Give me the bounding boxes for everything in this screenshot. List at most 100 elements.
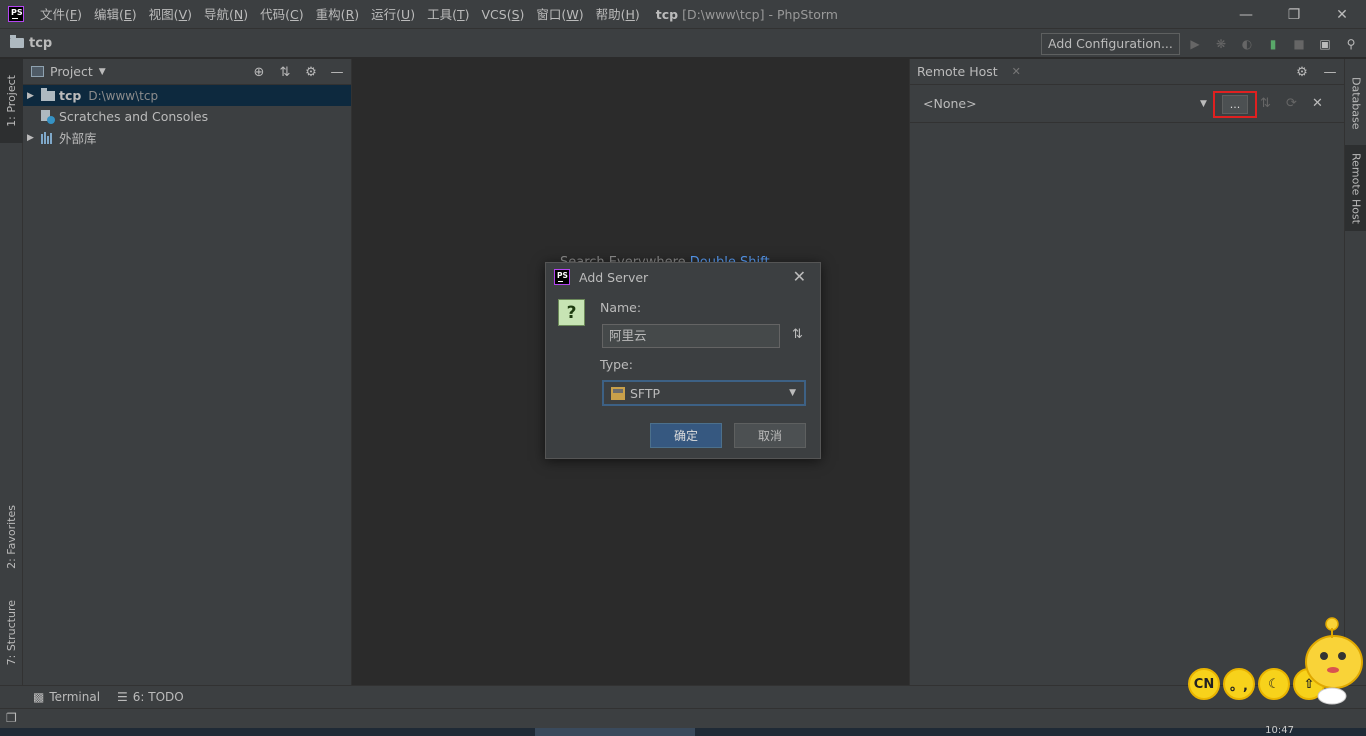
menu-item-7[interactable]: 工具(T)	[421, 0, 475, 29]
refresh-icon[interactable]: ⟳	[1286, 96, 1297, 111]
run-toolbar: ▶ ❋ ◐ ▮ ■ ▣ ⚲	[1184, 33, 1362, 55]
menu-item-mnemonic: E	[123, 6, 132, 22]
menu-item-label: 帮助(	[595, 6, 626, 22]
restore-button[interactable]: ❐	[1270, 0, 1318, 29]
close-window-button[interactable]: ✕	[1318, 0, 1366, 29]
moon-icon[interactable]: ☾	[1258, 668, 1290, 700]
navigation-bar: tcp Add Configuration... ▶ ❋ ◐ ▮ ■ ▣ ⚲	[0, 29, 1366, 58]
close-tab-icon[interactable]: ✕	[1012, 65, 1021, 78]
tab-structure-label: 7: Structure	[5, 600, 18, 666]
chevron-down-icon[interactable]: ▼	[789, 388, 796, 398]
terminal-label: Terminal	[49, 690, 101, 704]
remote-host-header: Remote Host ✕ ⚙ —	[910, 59, 1344, 85]
profiler-icon[interactable]: ▮	[1262, 33, 1284, 55]
stop-icon[interactable]: ■	[1288, 33, 1310, 55]
gear-icon[interactable]: ⚙	[303, 65, 319, 80]
locate-icon[interactable]: ⊕	[251, 65, 267, 80]
minimize-button[interactable]: —	[1222, 0, 1270, 29]
chevron-down-icon[interactable]: ▼	[1200, 99, 1207, 109]
hide-icon[interactable]: —	[329, 65, 345, 80]
project-panel: Project ▼ ⊕ ⇅ ⚙ — ▶ tcp D:\www\tcp Scrat…	[23, 59, 352, 685]
menu-item-6[interactable]: 运行(U)	[365, 0, 421, 29]
search-icon[interactable]: ⚲	[1340, 33, 1362, 55]
remote-host-panel: Remote Host ✕ ⚙ — <None> ▼ ... ⇅ ⟳ ✕	[909, 59, 1344, 685]
menu-item-4[interactable]: 代码(C)	[254, 0, 310, 29]
menu-item-9[interactable]: 窗口(W)	[530, 0, 589, 29]
menu-item-5[interactable]: 重构(R)	[310, 0, 365, 29]
hide-icon[interactable]: —	[1322, 65, 1338, 80]
menu-item-tail: )	[464, 6, 470, 22]
tree-libraries-name: 外部库	[59, 131, 97, 146]
close-icon[interactable]: ✕	[793, 267, 806, 286]
type-selected-value: SFTP	[630, 385, 661, 401]
browse-servers-button[interactable]: ...	[1222, 95, 1248, 114]
folder-icon	[10, 35, 24, 48]
menu-item-2[interactable]: 视图(V)	[143, 0, 198, 29]
tree-row-external-libraries[interactable]: ▶ 外部库	[23, 127, 351, 148]
sort-icon[interactable]: ⇅	[792, 327, 803, 342]
expand-arrow-icon[interactable]: ▶	[27, 133, 39, 143]
expand-arrow-icon[interactable]: ▶	[27, 91, 39, 101]
menu-item-mnemonic: N	[233, 6, 244, 22]
status-toggle-icon[interactable]: ❐	[6, 711, 17, 725]
terminal-tab[interactable]: ▩ Terminal	[33, 690, 100, 704]
taskbar-clock: 10:47	[1265, 725, 1294, 736]
type-label: Type:	[600, 357, 633, 372]
tab-project[interactable]: 1: Project	[0, 59, 23, 143]
project-panel-actions: ⊕ ⇅ ⚙ —	[251, 59, 345, 85]
debug-icon[interactable]: ❋	[1210, 33, 1232, 55]
tree-row-scratches[interactable]: Scratches and Consoles	[23, 106, 351, 127]
menu-item-tail: )	[131, 6, 137, 22]
ok-button[interactable]: 确定	[650, 423, 722, 448]
ime-mascot-icon[interactable]	[1302, 612, 1366, 708]
name-input[interactable]: 阿里云	[602, 324, 780, 348]
scratches-icon	[41, 109, 55, 124]
dialog-title-bar: PS Add Server ✕	[546, 263, 820, 291]
menu-item-8[interactable]: VCS(S)	[476, 0, 531, 29]
library-icon	[41, 131, 55, 144]
close-icon[interactable]: ✕	[1312, 96, 1323, 111]
menu-item-mnemonic: T	[456, 6, 465, 22]
tab-favorites[interactable]: 2: Favorites	[0, 491, 23, 583]
menu-item-tail: )	[578, 6, 584, 22]
main-menu: 文件(F) 编辑(E) 视图(V) 导航(N) 代码(C) 重构(R) 运行(U) 工具(T)…	[34, 0, 646, 29]
os-taskbar: 10:47	[0, 725, 1366, 736]
menu-item-mnemonic: V	[178, 6, 188, 22]
tab-structure[interactable]: 7: Structure	[0, 589, 23, 677]
todo-label: 6: TODO	[132, 690, 184, 704]
tab-database[interactable]: Database	[1345, 65, 1366, 141]
collapse-icon[interactable]: ⇅	[1260, 96, 1271, 111]
tree-row-project[interactable]: ▶ tcp D:\www\tcp	[23, 85, 351, 106]
chevron-down-icon[interactable]: ▼	[99, 67, 106, 77]
run-icon[interactable]: ▶	[1184, 33, 1206, 55]
project-panel-header: Project ▼ ⊕ ⇅ ⚙ —	[23, 59, 351, 85]
cancel-button[interactable]: 取消	[734, 423, 806, 448]
menu-item-3[interactable]: 导航(N)	[198, 0, 254, 29]
add-configuration-button[interactable]: Add Configuration...	[1041, 33, 1180, 55]
name-label: Name:	[600, 300, 642, 315]
list-icon: ☰	[117, 690, 128, 704]
tab-remote-host[interactable]: Remote Host	[1345, 145, 1366, 231]
server-select[interactable]: <None>	[923, 96, 977, 111]
collapse-all-icon[interactable]: ⇅	[277, 65, 293, 80]
project-panel-title[interactable]: Project	[50, 64, 93, 79]
todo-tab[interactable]: ☰ 6: TODO	[117, 690, 184, 704]
taskbar-active-app[interactable]	[535, 728, 695, 736]
coverage-icon[interactable]: ◐	[1236, 33, 1258, 55]
gear-icon[interactable]: ⚙	[1294, 65, 1310, 80]
breadcrumb[interactable]: tcp	[29, 36, 52, 51]
tab-remote-host-label: Remote Host	[1349, 152, 1363, 224]
menu-item-1[interactable]: 编辑(E)	[88, 0, 143, 29]
project-view-icon	[31, 66, 44, 77]
tab-favorites-label: 2: Favorites	[5, 505, 18, 569]
menu-item-mnemonic: W	[566, 6, 579, 22]
ime-language-button[interactable]: CN	[1188, 668, 1220, 700]
phpstorm-logo-icon: PS	[8, 6, 24, 22]
bottom-tool-bar: ▩ Terminal ☰ 6: TODO	[0, 685, 1366, 708]
type-select[interactable]: SFTP ▼	[602, 380, 806, 406]
menu-item-10[interactable]: 帮助(H)	[590, 0, 646, 29]
remote-host-title[interactable]: Remote Host	[917, 64, 998, 79]
menu-item-0[interactable]: 文件(F)	[34, 0, 88, 29]
ime-punctuation-button[interactable]: 。,	[1223, 668, 1255, 700]
layout-icon[interactable]: ▣	[1314, 33, 1336, 55]
